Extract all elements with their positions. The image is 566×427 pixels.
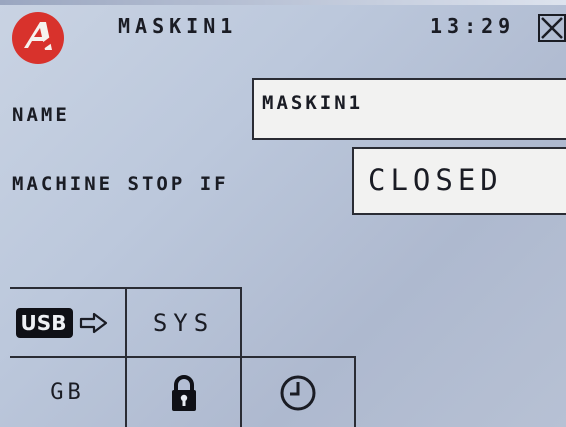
usb-label: USB — [15, 307, 74, 338]
machine-title: MASKIN1 — [118, 14, 238, 38]
clock-time: 13:29 — [430, 14, 516, 38]
close-button[interactable] — [538, 14, 566, 42]
arrow-right-icon — [80, 312, 108, 333]
name-label: NAME — [12, 104, 70, 126]
clock-settings-button[interactable] — [242, 358, 354, 427]
machine-stop-selector[interactable]: CLOSED — [352, 147, 566, 215]
name-field[interactable]: MASKIN1 — [252, 78, 566, 140]
grid-line — [354, 356, 356, 427]
close-x-icon — [541, 17, 563, 39]
padlock-icon — [171, 374, 196, 411]
sys-button[interactable]: SYS — [127, 289, 240, 356]
top-edge-line — [0, 0, 566, 5]
clock-icon — [280, 375, 316, 410]
red-circle-logo — [12, 12, 64, 64]
machine-stop-label: MACHINE STOP IF — [12, 173, 229, 195]
usb-export-button[interactable]: USB — [0, 289, 125, 356]
lock-button[interactable] — [127, 358, 240, 427]
gb-language-button[interactable]: GB — [10, 358, 125, 427]
